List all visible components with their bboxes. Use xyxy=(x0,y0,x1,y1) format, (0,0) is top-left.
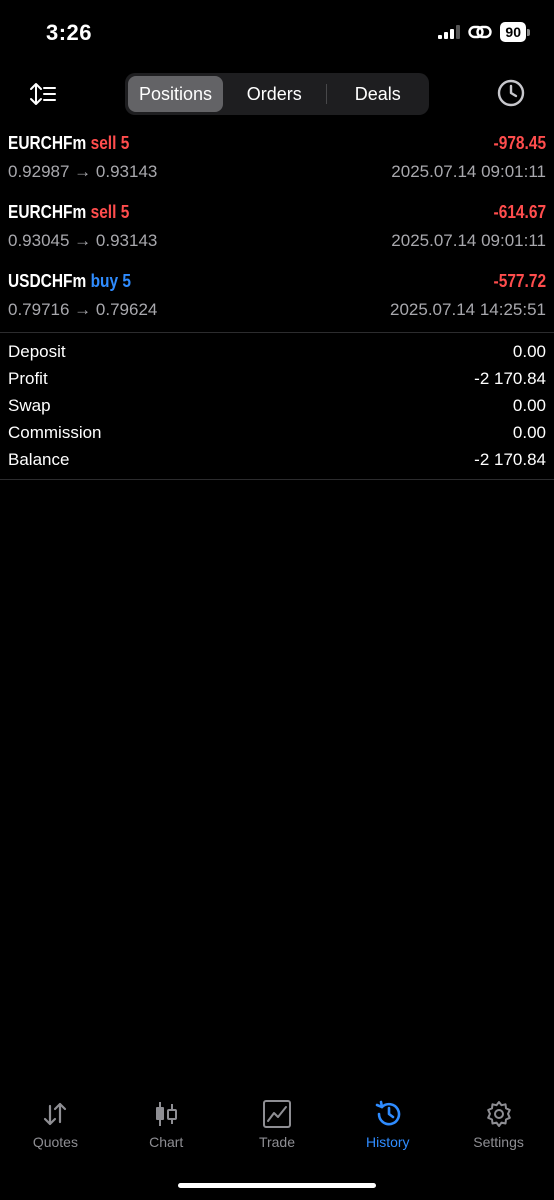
link-icon xyxy=(468,25,493,39)
position-prices: 0.92987 → 0.93143 xyxy=(8,162,158,181)
tab-history[interactable]: History xyxy=(332,1092,443,1162)
tab-deals[interactable]: Deals xyxy=(327,76,430,112)
history-segmented-control: Positions Orders Deals xyxy=(125,73,429,115)
position-prices: 0.79716 → 0.79624 xyxy=(8,300,158,319)
summary-row-deposit: Deposit 0.00 xyxy=(0,340,554,367)
period-button[interactable] xyxy=(496,78,526,108)
position-time: 2025.07.14 14:25:51 xyxy=(390,300,546,319)
position-symbol: USDCHFm buy 5 xyxy=(8,271,131,292)
candlestick-chart-icon xyxy=(156,1102,178,1126)
tab-label: Quotes xyxy=(32,1134,78,1150)
summary-row-swap: Swap 0.00 xyxy=(0,394,554,421)
position-symbol: EURCHFm sell 5 xyxy=(8,202,129,223)
history-icon xyxy=(375,1100,401,1126)
battery-level: 90 xyxy=(500,22,526,42)
summary-divider-bottom xyxy=(0,479,554,480)
position-profit: -978.45 xyxy=(493,133,546,153)
summary-label: Balance xyxy=(8,450,70,469)
summary-divider-top xyxy=(0,332,554,333)
position-time: 2025.07.14 09:01:11 xyxy=(391,162,546,181)
position-row[interactable]: USDCHFm buy 5 -577.72 0.79716 → 0.79624 … xyxy=(0,268,554,337)
home-indicator[interactable] xyxy=(178,1183,376,1188)
position-profit: -614.67 xyxy=(493,202,546,222)
clock-icon xyxy=(497,79,525,107)
summary-label: Swap xyxy=(8,396,51,415)
status-icons: 90 xyxy=(438,22,530,42)
symbol-name: EURCHFm xyxy=(8,133,87,153)
position-row[interactable]: EURCHFm sell 5 -614.67 0.93045 → 0.93143… xyxy=(0,199,554,268)
summary-row-profit: Profit -2 170.84 xyxy=(0,367,554,394)
summary-value: 0.00 xyxy=(512,396,546,415)
battery-icon: 90 xyxy=(500,22,530,42)
status-bar: 3:26 90 xyxy=(0,0,554,64)
positions-list: EURCHFm sell 5 -978.45 0.92987 → 0.93143… xyxy=(0,130,554,337)
tab-orders[interactable]: Orders xyxy=(223,76,326,112)
tab-label: Chart xyxy=(149,1134,184,1150)
summary-value: -2 170.84 xyxy=(474,369,546,388)
summary-row-commission: Commission 0.00 xyxy=(0,421,554,448)
summary-label: Profit xyxy=(8,369,48,388)
summary-label: Commission xyxy=(8,423,102,442)
tab-label: Settings xyxy=(473,1134,524,1150)
tab-settings[interactable]: Settings xyxy=(443,1092,554,1162)
trade-side: sell 5 xyxy=(90,202,130,222)
symbol-name: EURCHFm xyxy=(8,202,87,222)
cellular-signal-icon xyxy=(438,25,461,39)
position-symbol: EURCHFm sell 5 xyxy=(8,133,129,154)
trade-side: sell 5 xyxy=(90,133,130,153)
bottom-tab-bar: Quotes Chart Trade History Settings xyxy=(0,1092,554,1162)
summary-row-balance: Balance -2 170.84 xyxy=(0,448,554,475)
gear-icon xyxy=(486,1101,511,1127)
history-toolbar: Positions Orders Deals xyxy=(0,72,554,116)
trade-side: buy 5 xyxy=(90,271,132,291)
tab-quotes[interactable]: Quotes xyxy=(0,1092,111,1162)
summary-value: -2 170.84 xyxy=(474,450,546,469)
position-row[interactable]: EURCHFm sell 5 -978.45 0.92987 → 0.93143… xyxy=(0,130,554,199)
symbol-name: USDCHFm xyxy=(8,271,87,291)
tab-label: Trade xyxy=(258,1134,296,1150)
position-profit: -577.72 xyxy=(493,271,546,291)
sort-icon xyxy=(30,83,56,105)
trade-chart-icon xyxy=(262,1100,291,1128)
tab-positions[interactable]: Positions xyxy=(128,76,223,112)
summary-value: 0.00 xyxy=(512,342,546,361)
tab-label: History xyxy=(366,1134,410,1150)
sort-button[interactable] xyxy=(28,80,58,108)
position-prices: 0.93045 → 0.93143 xyxy=(8,231,158,250)
summary-section: Deposit 0.00 Profit -2 170.84 Swap 0.00 … xyxy=(0,340,554,475)
position-time: 2025.07.14 09:01:11 xyxy=(391,231,546,250)
tab-trade[interactable]: Trade xyxy=(222,1092,333,1162)
quotes-arrows-icon xyxy=(44,1102,67,1126)
summary-value: 0.00 xyxy=(512,423,546,442)
tab-chart[interactable]: Chart xyxy=(111,1092,222,1162)
summary-label: Deposit xyxy=(8,342,66,361)
status-time: 3:26 xyxy=(46,20,93,45)
